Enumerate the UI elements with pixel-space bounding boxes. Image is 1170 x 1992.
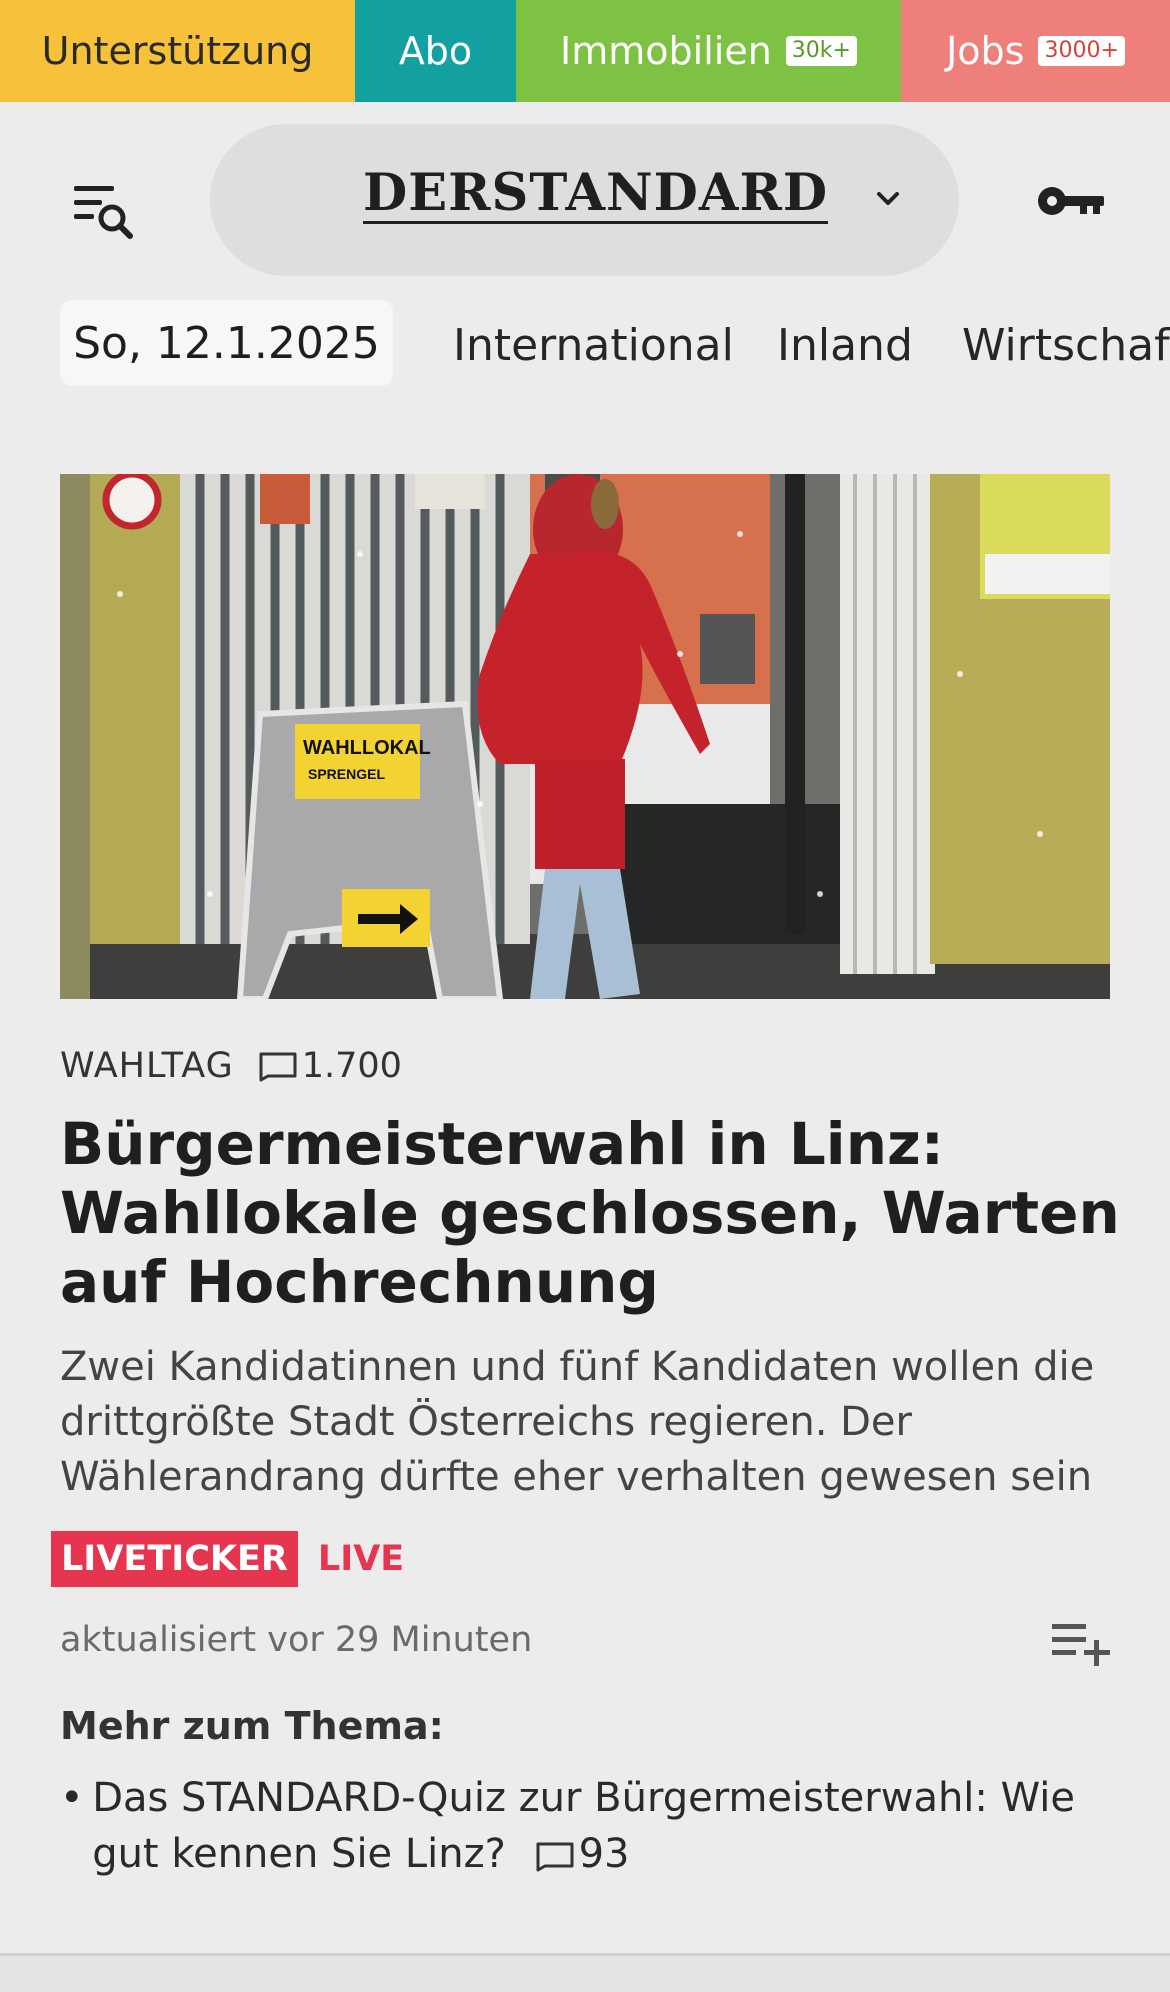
comment-icon xyxy=(536,1842,574,1872)
article-teaser[interactable]: Zwei Kandidatinnen und fünf Kandidaten w… xyxy=(60,1340,1120,1505)
jobs-count-badge: 3000+ xyxy=(1038,36,1125,66)
comment-count[interactable]: 1.700 xyxy=(302,1046,402,1086)
article-headline[interactable]: Bürgermeisterwahl in Linz: Wahllokale ge… xyxy=(60,1110,1120,1317)
related-heading: Mehr zum Thema: xyxy=(60,1704,444,1748)
abo-link[interactable]: Abo xyxy=(355,0,516,102)
menu-search-icon[interactable] xyxy=(72,180,138,240)
liveticker-badge: LIVETICKER xyxy=(51,1531,298,1587)
jobs-link[interactable]: Jobs 3000+ xyxy=(901,0,1170,102)
support-label: Unterstützung xyxy=(41,29,314,73)
live-label: LIVE xyxy=(317,1539,405,1579)
support-link[interactable]: Unterstützung xyxy=(0,0,355,102)
next-teaser-edge xyxy=(0,1956,1170,1992)
site-logo: DERSTANDARD xyxy=(363,163,829,224)
article-hero-image[interactable]: WAHLLOKAL SPRENGEL xyxy=(60,474,1110,999)
section-nav: So, 12.1.2025 International Inland Wirts… xyxy=(0,300,1170,386)
abo-label: Abo xyxy=(398,29,473,73)
date-chip[interactable]: So, 12.1.2025 xyxy=(60,300,393,386)
bullet-icon: • xyxy=(60,1775,84,1821)
immobilien-count-badge: 30k+ xyxy=(785,36,857,66)
updated-timestamp: aktualisiert vor 29 Minuten xyxy=(60,1620,533,1660)
immobilien-link[interactable]: Immobilien 30k+ xyxy=(516,0,901,102)
chevron-down-icon xyxy=(877,192,899,205)
playlist-add-icon[interactable] xyxy=(1050,1620,1112,1668)
nav-item-wirtschaft[interactable]: Wirtschaft xyxy=(962,320,1170,371)
related-item[interactable]: • Das STANDARD-Quiz zur Bürgermeisterwah… xyxy=(60,1770,1120,1882)
article-meta: WAHLTAG 1.700 xyxy=(60,1046,402,1086)
top-service-bar: Unterstützung Abo Immobilien 30k+ Jobs 3… xyxy=(0,0,1170,102)
brand-switcher[interactable]: DERSTANDARD xyxy=(210,124,959,276)
jobs-label: Jobs xyxy=(946,29,1025,73)
sign-sprengel-text: SPRENGEL xyxy=(308,766,385,782)
immobilien-label: Immobilien xyxy=(560,29,772,73)
related-list: • Das STANDARD-Quiz zur Bürgermeisterwah… xyxy=(60,1770,1120,1882)
related-comment-count[interactable]: 93 xyxy=(579,1831,630,1877)
live-indicator: LIVETICKER LIVE xyxy=(51,1531,404,1587)
nav-item-international[interactable]: International xyxy=(453,320,734,371)
sign-wahllokal-text: WAHLLOKAL xyxy=(303,737,431,759)
key-icon[interactable] xyxy=(1036,178,1106,224)
article-kicker: WAHLTAG xyxy=(60,1046,234,1086)
nav-item-inland[interactable]: Inland xyxy=(777,320,913,371)
comment-icon xyxy=(259,1052,297,1082)
